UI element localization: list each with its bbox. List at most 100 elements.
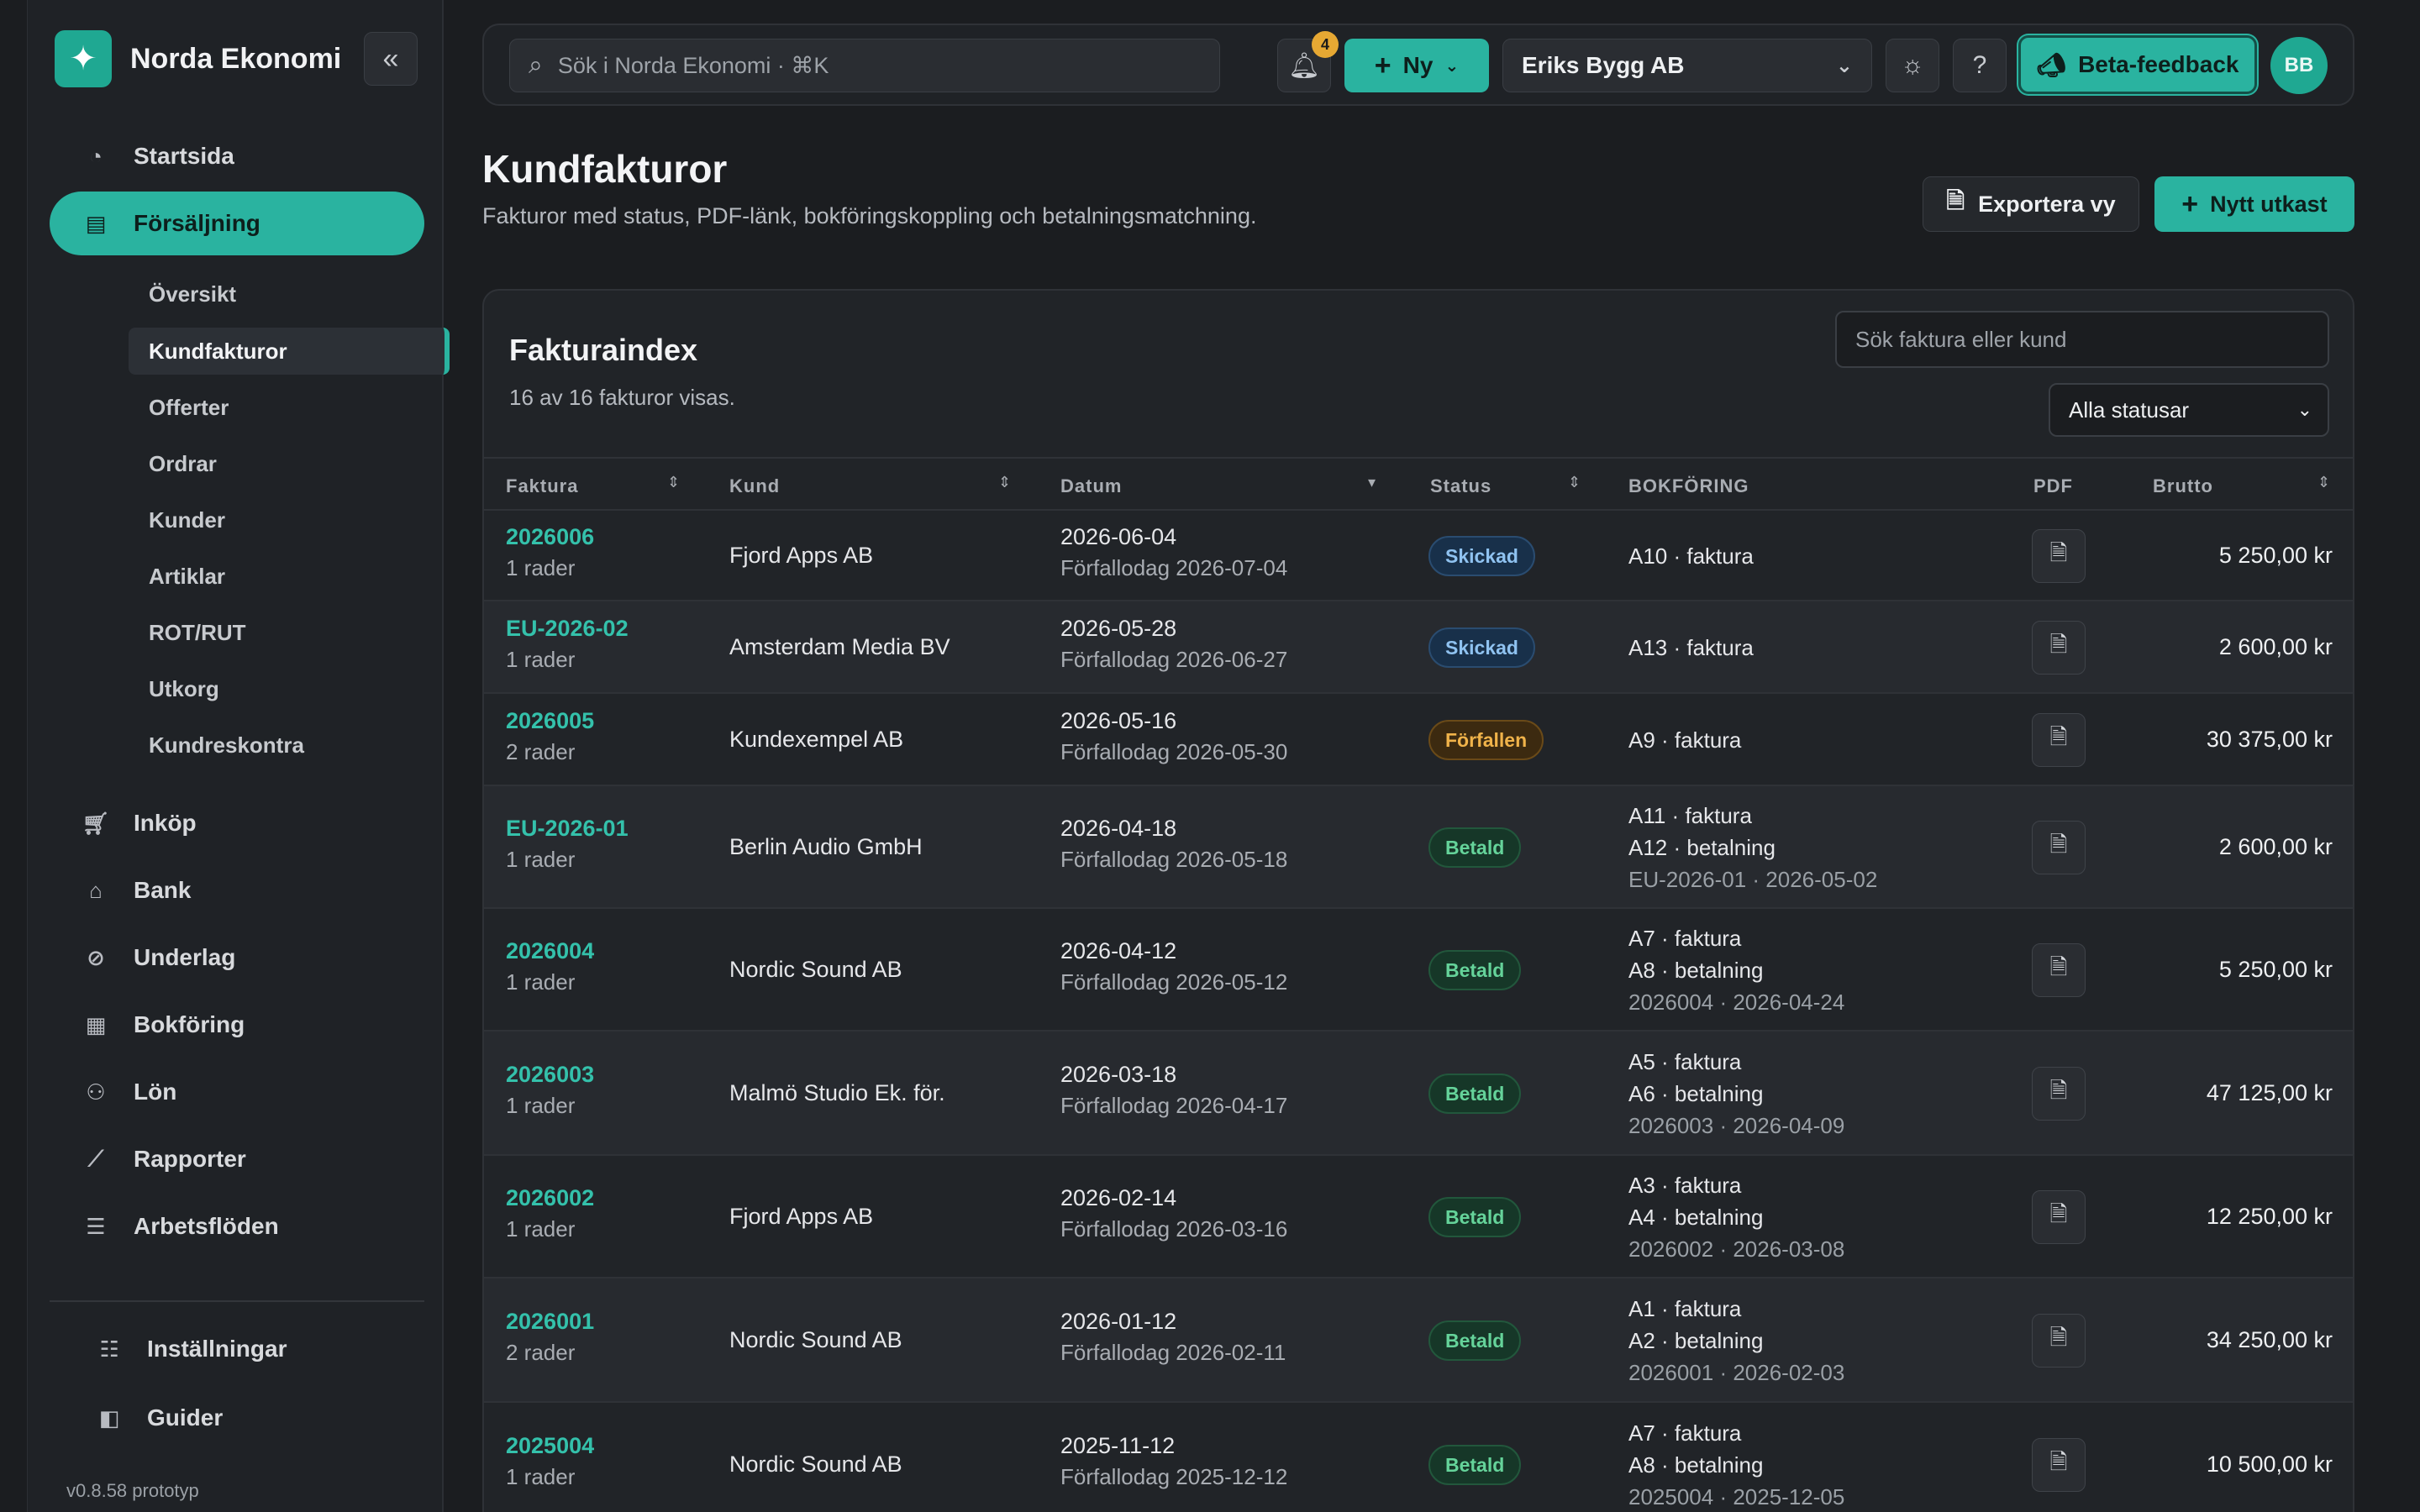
cart-icon: 🛒︎	[82, 810, 110, 836]
sidebar-item-forsaljning[interactable]: ▤ Försäljning	[50, 192, 424, 255]
table-row[interactable]: 2026004 1 rader Nordic Sound AB 2026-04-12 F…	[484, 909, 2353, 1032]
sort-icon[interactable]: ⇕	[1568, 474, 1581, 491]
beta-feedback-button[interactable]: 📣︎ Beta-feedback	[2018, 35, 2257, 94]
booking-entry-link[interactable]: A6 · betalning	[1628, 1078, 1844, 1110]
sidebar-item-bokforing[interactable]: ▦ Bokföring	[50, 993, 424, 1057]
sidebar-item-rapporter[interactable]: ⟋ Rapporter	[50, 1127, 424, 1191]
booking-entry-link[interactable]: A7 · faktura	[1628, 1417, 1844, 1449]
invoice-number-link[interactable]: 2026003	[506, 1062, 594, 1088]
column-header-date[interactable]: Datum	[1060, 475, 1122, 497]
sort-icon[interactable]: ⇕	[667, 474, 680, 491]
pdf-button[interactable]: 🗎	[2032, 529, 2086, 583]
subnav-item-oversikt[interactable]: Översikt	[102, 270, 450, 318]
subnav-item-ordrar[interactable]: Ordrar	[102, 440, 450, 487]
new-button[interactable]: + Ny ⌄	[1344, 39, 1489, 92]
sun-icon: ☼	[1901, 51, 1924, 79]
pdf-file-icon: 🗎	[2049, 1325, 2068, 1350]
column-header-gross[interactable]: Brutto	[2153, 475, 2213, 497]
invoice-number-link[interactable]: 2026004	[506, 938, 594, 964]
table-row[interactable]: 2026003 1 rader Malmö Studio Ek. för. 2026-…	[484, 1032, 2353, 1156]
table-row[interactable]: 2026006 1 rader Fjord Apps AB 2026-06-04 För…	[484, 511, 2353, 601]
booking-entry-link[interactable]: A5 · faktura	[1628, 1046, 1844, 1078]
invoice-number-link[interactable]: 2026002	[506, 1185, 594, 1211]
subnav-item-kundreskontra[interactable]: Kundreskontra	[102, 722, 450, 769]
pdf-button[interactable]: 🗎	[2032, 1067, 2086, 1121]
help-button[interactable]: ?	[1953, 39, 2007, 92]
status-filter-select[interactable]: Alla statusar ⌄	[2049, 383, 2329, 437]
booking-entry-link[interactable]: A11 · faktura	[1628, 800, 1877, 832]
booking-entry-link[interactable]: A3 · faktura	[1628, 1169, 1844, 1201]
subnav-item-utkorg[interactable]: Utkorg	[102, 665, 450, 712]
booking-entry-link[interactable]: A2 · betalning	[1628, 1325, 1844, 1357]
pdf-button[interactable]: 🗎	[2032, 943, 2086, 997]
sidebar-item-lon[interactable]: ⚇ Lön	[50, 1060, 424, 1124]
booking-entry-link[interactable]: A4 · betalning	[1628, 1201, 1844, 1233]
new-draft-button[interactable]: + Nytt utkast	[2154, 176, 2354, 232]
pdf-button[interactable]: 🗎	[2032, 621, 2086, 675]
avatar[interactable]: BB	[2270, 37, 2328, 94]
payment-match: 2026002 · 2026-03-08	[1628, 1236, 1845, 1262]
sidebar-item-underlag[interactable]: ⊘ Underlag	[50, 926, 424, 990]
notifications-button[interactable]: 🔔︎ 4	[1277, 31, 1339, 92]
theme-toggle-button[interactable]: ☼	[1886, 39, 1939, 92]
sidebar-item-arbetsfloden[interactable]: ☰ Arbetsflöden	[50, 1194, 424, 1258]
booking-entry-link[interactable]: A12 · betalning	[1628, 832, 1877, 864]
invoice-search-input[interactable]: Sök faktura eller kund	[1835, 311, 2329, 368]
sort-icon[interactable]: ⇕	[2317, 474, 2330, 491]
column-header-status[interactable]: Status	[1430, 475, 1491, 497]
sidebar-item-guider[interactable]: ◧ Guider	[63, 1386, 438, 1450]
pdf-button[interactable]: 🗎	[2032, 713, 2086, 767]
pdf-button[interactable]: 🗎	[2032, 1438, 2086, 1492]
sidebar-item-inkop[interactable]: 🛒︎ Inköp	[50, 791, 424, 855]
booking-entry-link[interactable]: A9 · faktura	[1628, 724, 1741, 756]
table-row[interactable]: 2026005 2 rader Kundexempel AB 2026-05-16 Fö…	[484, 694, 2353, 786]
collapse-sidebar-button[interactable]: «	[364, 32, 418, 86]
invoice-icon: ▤	[85, 210, 107, 236]
invoice-row-count: 1 rader	[506, 555, 576, 580]
booking-entry-link[interactable]: A1 · faktura	[1628, 1293, 1844, 1325]
table-row[interactable]: 2026002 1 rader Fjord Apps AB 2026-02-14 För…	[484, 1156, 2353, 1278]
table-row[interactable]: 2025004 1 rader Nordic Sound AB 2025-11-12 F…	[484, 1403, 2353, 1512]
booking-entry-link[interactable]: A8 · betalning	[1628, 954, 1844, 986]
table-row[interactable]: EU-2026-02 1 rader Amsterdam Media BV 2026-…	[484, 601, 2353, 694]
pdf-button[interactable]: 🗎	[2032, 1314, 2086, 1368]
sidebar-item-bank[interactable]: ⌂ Bank	[50, 858, 424, 922]
column-header-customer[interactable]: Kund	[729, 475, 780, 497]
invoice-number-link[interactable]: 2026005	[506, 708, 594, 734]
subnav-item-kundfakturor[interactable]: Kundfakturor	[129, 328, 450, 375]
bell-icon: 🔔︎	[1287, 51, 1321, 80]
subnav-item-kunder[interactable]: Kunder	[102, 496, 450, 543]
export-view-button[interactable]: 🗎 Exportera vy	[1923, 176, 2139, 232]
sidebar-item-startsida[interactable]: ◔ Startsida	[50, 124, 424, 188]
invoice-number-link[interactable]: EU-2026-01	[506, 816, 629, 842]
customer-name: Nordic Sound AB	[729, 957, 902, 982]
invoice-number-link[interactable]: EU-2026-02	[506, 616, 629, 642]
pdf-button[interactable]: 🗎	[2032, 1190, 2086, 1244]
paperclip-icon: ⊘	[87, 944, 105, 970]
booking-entry-link[interactable]: A13 · faktura	[1628, 632, 1754, 664]
sidebar-item-installningar[interactable]: ☷ Inställningar	[63, 1317, 438, 1381]
sort-icon[interactable]: ⇕	[998, 474, 1011, 491]
invoice-number-link[interactable]: 2026001	[506, 1309, 594, 1335]
pdf-button[interactable]: 🗎	[2032, 821, 2086, 874]
subnav-item-offerter[interactable]: Offerter	[102, 384, 450, 431]
subnav-item-artiklar[interactable]: Artiklar	[102, 553, 450, 600]
subnav-item-rot-rut[interactable]: ROT/RUT	[102, 609, 450, 656]
sidebar-item-label: Rapporter	[134, 1146, 246, 1172]
booking-entry-link[interactable]: A7 · faktura	[1628, 922, 1844, 954]
company-select[interactable]: Eriks Bygg AB ⌄	[1502, 39, 1872, 92]
global-search-input[interactable]: ⌕ Sök i Norda Ekonomi · ⌘K	[509, 39, 1220, 92]
customer-name: Fjord Apps AB	[729, 543, 874, 568]
booking-entry-link[interactable]: A10 · faktura	[1628, 540, 1754, 572]
column-header-invoice[interactable]: Faktura	[506, 475, 578, 497]
table-row[interactable]: EU-2026-01 1 rader Berlin Audio GmbH 2026-0…	[484, 786, 2353, 909]
brand[interactable]: ✦ Norda Ekonomi	[55, 30, 341, 87]
invoice-date: 2025-11-12	[1060, 1433, 1176, 1458]
invoice-number-link[interactable]: 2026006	[506, 524, 594, 550]
booking-entry-link[interactable]: A8 · betalning	[1628, 1449, 1844, 1481]
table-row[interactable]: 2026001 2 rader Nordic Sound AB 2026-01-12 F…	[484, 1278, 2353, 1403]
customer-name: Malmö Studio Ek. för.	[729, 1080, 945, 1105]
invoice-number-link[interactable]: 2025004	[506, 1433, 594, 1459]
bank-icon: ⌂	[89, 877, 103, 903]
sort-desc-icon[interactable]: ▾	[1368, 474, 1376, 491]
